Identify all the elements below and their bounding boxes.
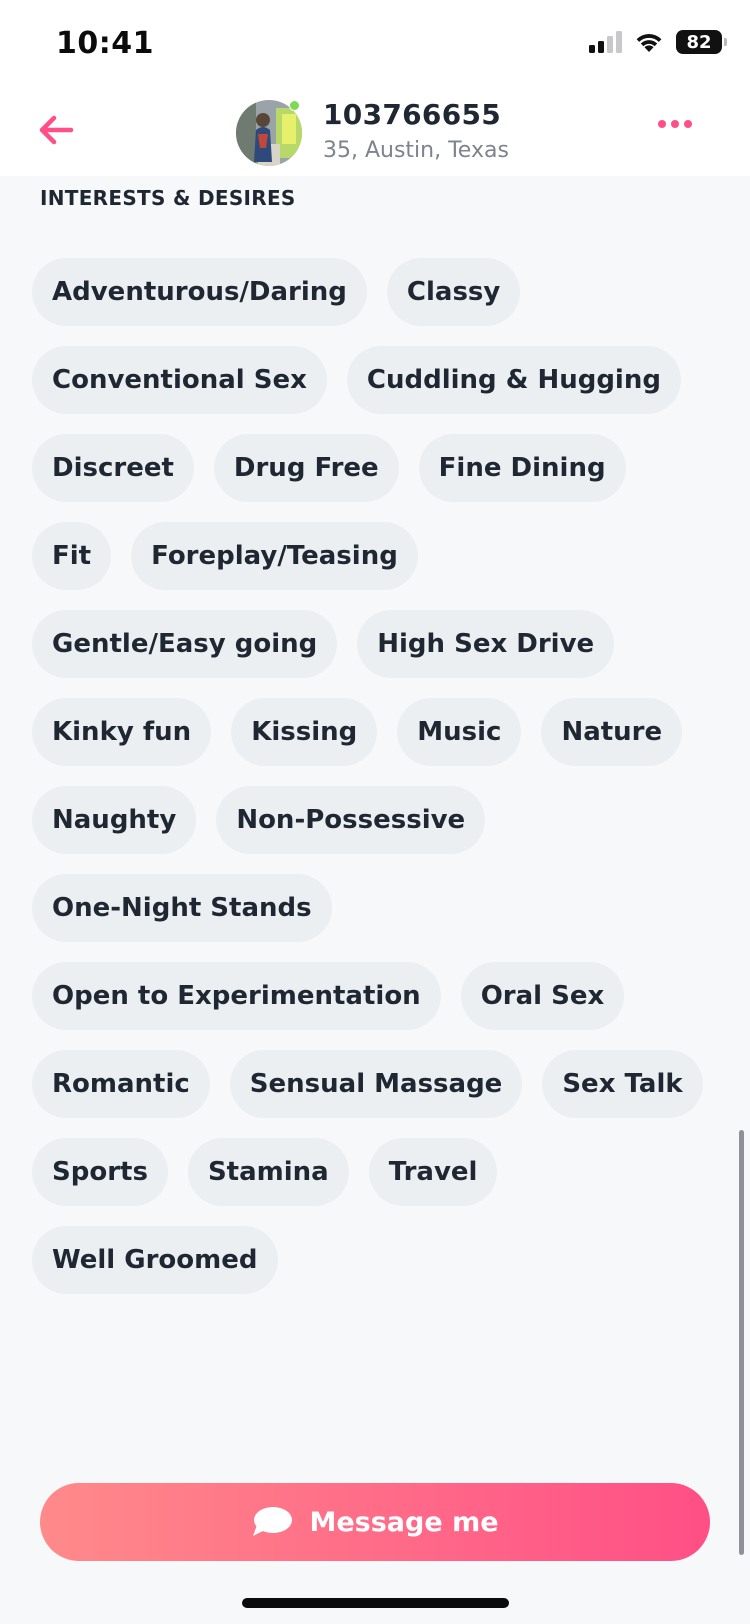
interest-chip[interactable]: One-Night Stands — [32, 874, 332, 942]
wifi-icon — [636, 34, 662, 52]
message-me-button[interactable]: Message me — [40, 1483, 710, 1561]
chat-bubble-icon — [253, 1507, 293, 1536]
interest-chip[interactable]: Cuddling & Hugging — [346, 346, 681, 414]
cellular-signal-icon — [589, 31, 622, 53]
interest-chip[interactable]: Gentle/Easy going — [32, 610, 338, 678]
message-me-label: Message me — [309, 1506, 499, 1538]
interest-chip[interactable]: High Sex Drive — [357, 610, 615, 678]
interest-chip[interactable]: Kinky fun — [32, 698, 212, 766]
interest-chip[interactable]: Kissing — [231, 698, 378, 766]
interest-chip[interactable]: Fine Dining — [418, 434, 626, 502]
more-dot — [671, 120, 679, 128]
more-dot — [684, 120, 692, 128]
more-options-button[interactable] — [658, 120, 692, 128]
interest-chip[interactable]: Non-Possessive — [216, 786, 486, 854]
interest-chip[interactable]: Fit — [32, 522, 112, 590]
back-button[interactable] — [34, 108, 78, 152]
profile-screen: 10:41 82 103766655 35, Austin, Texas INT… — [0, 0, 750, 1624]
profile-meta: 35, Austin, Texas — [323, 138, 509, 163]
arrow-left-icon — [39, 115, 74, 145]
interest-chip[interactable]: Naughty — [32, 786, 197, 854]
interest-chip[interactable]: Drug Free — [213, 434, 399, 502]
interest-chip[interactable]: Romantic — [32, 1050, 210, 1118]
interest-chip[interactable]: Conventional Sex — [32, 346, 327, 414]
interest-chip[interactable]: Foreplay/Teasing — [131, 522, 418, 590]
interest-chip[interactable]: Nature — [541, 698, 683, 766]
interest-chip[interactable]: Open to Experimentation — [32, 962, 441, 1030]
interest-chip[interactable]: Sex Talk — [542, 1050, 703, 1118]
interest-chip[interactable]: Music — [397, 698, 522, 766]
interest-chip[interactable]: Classy — [386, 258, 521, 326]
status-time: 10:41 — [56, 26, 154, 61]
more-dots-icon — [658, 120, 666, 128]
interest-chip[interactable]: Oral Sex — [460, 962, 625, 1030]
home-indicator[interactable] — [242, 1598, 509, 1608]
profile-header: 103766655 35, Austin, Texas — [0, 90, 750, 176]
interest-chip[interactable]: Stamina — [187, 1138, 349, 1206]
section-title: INTERESTS & DESIRES — [40, 186, 296, 210]
online-status-dot — [289, 100, 300, 111]
battery-icon: 82 — [676, 30, 727, 54]
interest-chip[interactable]: Sports — [32, 1138, 168, 1206]
interest-chip[interactable]: Travel — [368, 1138, 498, 1206]
interest-chip[interactable]: Discreet — [32, 434, 194, 502]
interest-chip[interactable]: Adventurous/Daring — [32, 258, 367, 326]
interest-chip[interactable]: Well Groomed — [32, 1226, 278, 1294]
profile-name: 103766655 — [323, 98, 502, 131]
interest-chip[interactable]: Sensual Massage — [229, 1050, 523, 1118]
scrollbar[interactable] — [739, 1130, 744, 1555]
battery-level: 82 — [686, 31, 712, 53]
interest-chips: Adventurous/Daring Classy Conventional Sex… — [32, 258, 712, 1294]
status-bar: 10:41 82 — [0, 0, 750, 90]
status-icons: 82 — [589, 30, 727, 54]
